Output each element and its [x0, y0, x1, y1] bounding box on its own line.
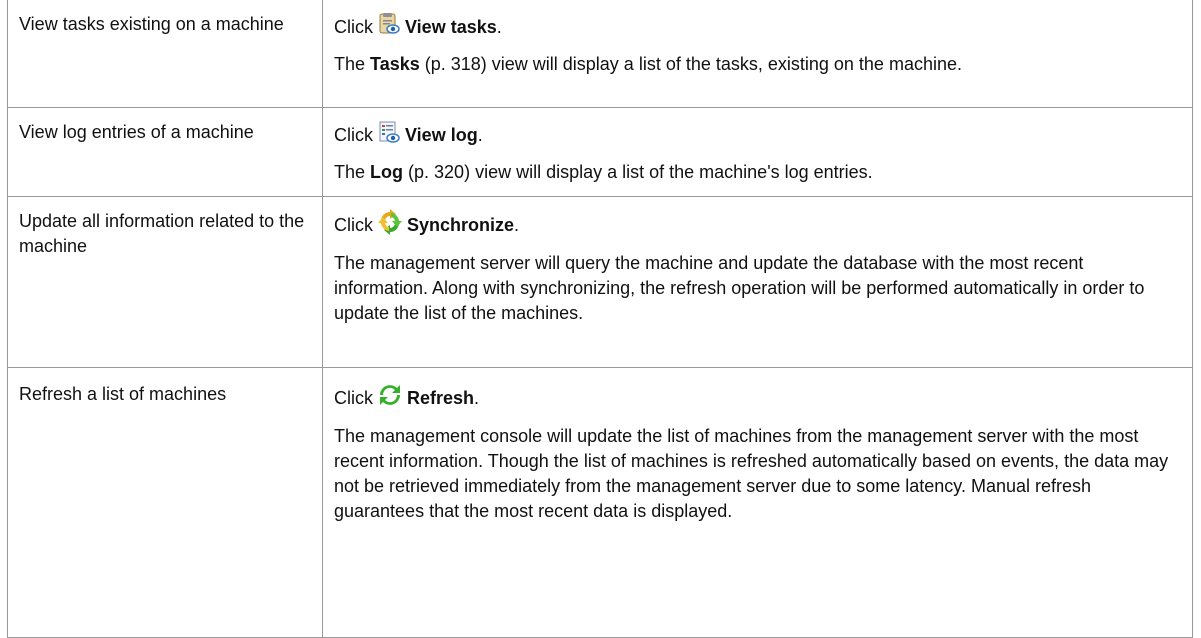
table-row: Refresh a list of machines Click Refresh… — [7, 367, 1193, 638]
table-row: Update all information related to the ma… — [7, 196, 1193, 368]
command-name: Synchronize — [407, 215, 515, 235]
table-row: View log entries of a machine Click View… — [7, 107, 1193, 197]
view-log-icon — [377, 120, 401, 151]
action-cell: View tasks existing on a machine — [7, 0, 323, 108]
click-instruction: Click View log. — [334, 120, 1182, 151]
click-instruction: Click Refresh. — [334, 382, 1182, 415]
instruction-cell: Click Synchronize. The management server… — [322, 196, 1193, 368]
command-name: Refresh — [407, 388, 475, 408]
action-cell: View log entries of a machine — [7, 107, 323, 197]
action-label: Refresh a list of machines — [19, 384, 227, 404]
description: The Tasks (p. 318) view will display a l… — [334, 54, 962, 74]
instruction-cell: Click View tasks. The Tasks (p. 318) vie… — [322, 0, 1193, 108]
view-tasks-icon — [377, 12, 401, 43]
refresh-icon — [377, 382, 403, 415]
instruction-cell: Click View log. The Log (p. 320) view wi… — [322, 107, 1193, 197]
description: The Log (p. 320) view will display a lis… — [334, 162, 873, 182]
synchronize-icon — [377, 209, 403, 242]
command-name: View log — [405, 125, 478, 145]
actions-table: View tasks existing on a machine Click V… — [7, 0, 1193, 638]
click-instruction: Click Synchronize. — [334, 209, 1182, 242]
click-instruction: Click View tasks. — [334, 12, 1182, 43]
action-label: View log entries of a machine — [19, 122, 254, 142]
instruction-cell: Click Refresh. The management console wi… — [322, 367, 1193, 638]
table-row: View tasks existing on a machine Click V… — [7, 0, 1193, 108]
command-name: View tasks — [405, 17, 497, 37]
description: The management console will update the l… — [334, 426, 1169, 521]
description: The management server will query the mac… — [334, 253, 1145, 323]
action-cell: Update all information related to the ma… — [7, 196, 323, 368]
action-label: View tasks existing on a machine — [19, 14, 284, 34]
action-label: Update all information related to the ma… — [19, 211, 305, 256]
action-cell: Refresh a list of machines — [7, 367, 323, 638]
